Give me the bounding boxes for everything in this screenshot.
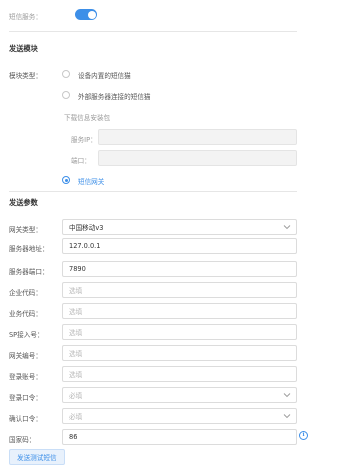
confirm-password-input[interactable]: 必填 [62,408,297,424]
server-ip-input[interactable] [98,129,297,145]
gateway-id-label: 网关编号： [9,352,42,360]
radio-sms-gateway-label[interactable]: 短信网关 [78,176,104,186]
login-account-label: 登录账号： [9,373,42,381]
radio-builtin-modem-label[interactable]: 设备内置的短信猫 [78,70,131,80]
send-module-title: 发送模块 [9,44,38,53]
server-port-value: 7890 [69,265,86,273]
radio-external-modem-label[interactable]: 外部服务器连接的短信猫 [78,91,151,101]
sms-service-label: 短信服务： [9,13,42,21]
sp-access-placeholder: 选填 [69,329,83,337]
chevron-down-icon[interactable] [283,413,291,419]
radio-sms-gateway[interactable] [62,176,70,184]
gateway-type-value: 中国移动v3 [69,224,104,232]
service-code-input[interactable]: 选填 [62,303,297,319]
port-label: 端口： [71,157,91,165]
service-code-placeholder: 选填 [69,308,83,316]
radio-builtin-modem[interactable] [62,70,70,78]
country-code-input[interactable]: 86 [62,429,297,445]
enterprise-code-input[interactable]: 选填 [62,282,297,298]
sms-service-toggle[interactable] [75,9,97,20]
info-icon[interactable]: i [299,431,308,440]
login-password-label: 登录口令： [9,394,42,402]
login-password-input[interactable]: 必填 [62,387,297,403]
server-address-label: 服务器地址： [9,245,49,253]
gateway-id-input[interactable]: 选填 [62,345,297,361]
toggle-knob [87,10,96,19]
enterprise-code-label: 企业代码： [9,289,42,297]
login-account-placeholder: 选填 [69,371,83,379]
service-code-label: 业务代码： [9,310,42,318]
chevron-down-icon [283,225,291,230]
gateway-type-select[interactable]: 中国移动v3 [62,219,297,235]
server-address-value: 127.0.0.1 [69,242,101,250]
confirm-password-label: 确认口令： [9,415,42,423]
port-input[interactable] [98,150,297,166]
send-test-sms-button[interactable]: 发送测试短信 [9,449,65,465]
server-address-input[interactable]: 127.0.0.1 [62,238,297,254]
download-hint[interactable]: 下载信息安装包 [64,112,110,122]
login-account-input[interactable]: 选填 [62,366,297,382]
login-password-placeholder: 必填 [69,392,83,400]
country-code-label: 国家码： [9,436,36,444]
chevron-down-icon[interactable] [283,392,291,398]
confirm-password-placeholder: 必填 [69,413,83,421]
divider [9,31,297,32]
send-params-title: 发送参数 [9,198,38,207]
gateway-id-placeholder: 选填 [69,350,83,358]
sp-access-input[interactable]: 选填 [62,324,297,340]
server-port-label: 服务器端口： [9,268,49,276]
radio-external-modem[interactable] [62,91,70,99]
divider [9,191,297,192]
country-code-value: 86 [69,433,78,441]
server-ip-label: 服务IP： [71,136,97,144]
sp-access-label: SP接入号： [9,331,44,339]
enterprise-code-placeholder: 选填 [69,287,83,295]
server-port-input[interactable]: 7890 [62,261,297,277]
module-type-label: 模块类型： [9,72,42,80]
gateway-type-label: 网关类型： [9,226,42,234]
